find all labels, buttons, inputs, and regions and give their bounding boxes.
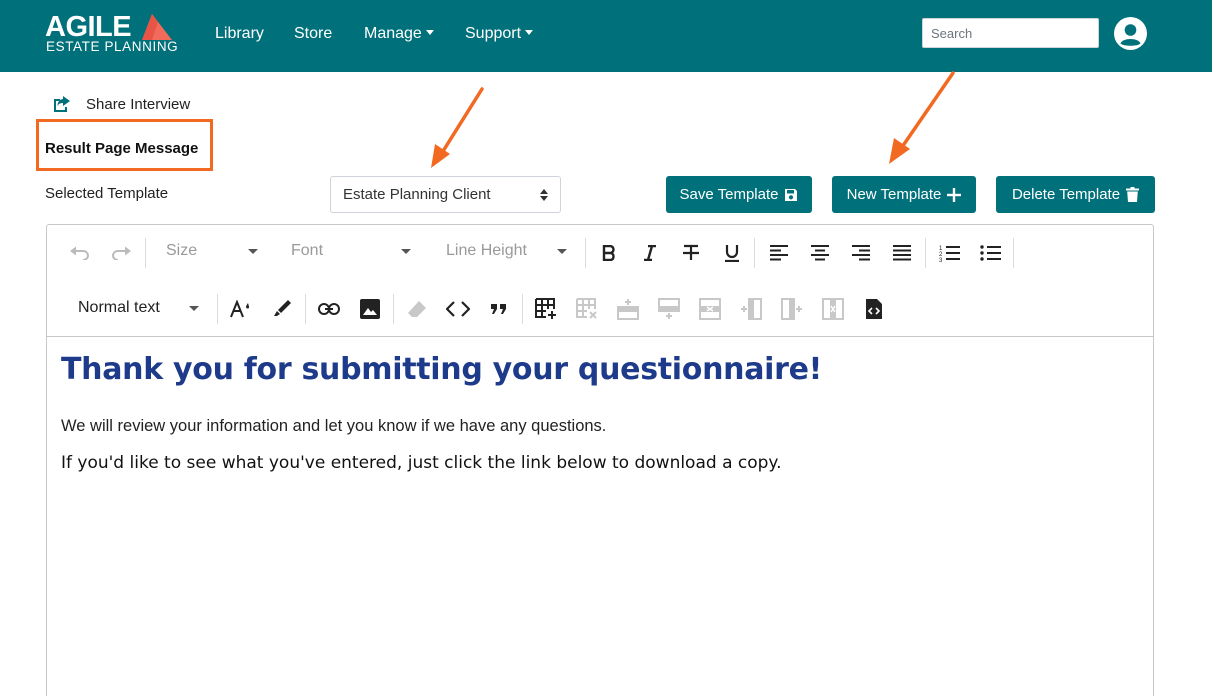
trash-icon [1126,187,1140,202]
row-insert-above-icon[interactable] [615,296,641,322]
column-insert-right-icon[interactable] [779,296,805,322]
align-left-icon[interactable] [766,240,792,266]
font-size-label: Size [166,242,198,259]
nav-manage-dropdown[interactable]: Manage [364,24,434,44]
toolbar-separator [585,238,586,268]
toolbar-separator [393,294,394,324]
table-delete-icon[interactable] [574,296,600,322]
paragraph-style-dropdown[interactable]: Normal text [78,299,199,317]
bullet-list-icon[interactable] [978,240,1004,266]
redo-icon[interactable] [108,241,134,265]
toolbar-separator [217,294,218,324]
svg-text:3: 3 [939,258,943,262]
content-paragraph: We will review your information and let … [61,417,607,435]
brand-triangle-icon [142,14,172,40]
floppy-disk-icon [785,188,798,201]
delete-template-button[interactable]: Delete Template [996,176,1155,213]
line-height-dropdown[interactable]: Line Height [446,242,567,260]
text-color-icon[interactable] [228,296,254,322]
brand-logo[interactable]: AGILE ESTATE PLANNING [45,12,180,56]
column-insert-left-icon[interactable] [738,296,764,322]
chevron-down-icon [525,30,534,35]
share-interview-label: Share Interview [86,95,191,113]
nav-support-label: Support [465,25,522,42]
annotation-arrow-icon [431,87,484,168]
align-center-icon[interactable] [807,240,833,266]
undo-icon[interactable] [67,241,93,265]
toolbar-separator [145,238,146,268]
toolbar-separator [1013,238,1014,268]
paragraph-style-label: Normal text [78,299,160,316]
italic-icon[interactable] [638,240,662,266]
font-size-dropdown[interactable]: Size [166,242,258,260]
content-paragraph: If you'd like to see what you've entered… [61,453,782,473]
editor-toolbar: Size Font Line Height 1 2 3 Normal text [47,225,1153,337]
brand-name: AGILE [45,11,132,43]
font-family-label: Font [291,242,324,259]
chevron-down-icon [401,248,411,254]
nav-support-dropdown[interactable]: Support [465,24,534,44]
top-navbar: AGILE ESTATE PLANNING Library Store Mana… [0,0,1212,72]
save-template-label: Save Template [679,186,779,203]
delete-template-label: Delete Template [1011,186,1121,203]
selected-template-label: Selected Template [45,185,169,202]
view-source-icon[interactable] [861,296,887,322]
chevron-down-icon [425,30,434,35]
share-icon [54,96,70,112]
template-select[interactable]: Estate Planning Client [330,176,561,213]
section-title: Result Page Message [45,140,199,157]
template-select-value: Estate Planning Client [343,186,491,203]
row-delete-icon[interactable] [697,296,723,322]
align-justify-icon[interactable] [889,240,915,266]
blockquote-icon[interactable] [486,296,512,322]
column-delete-icon[interactable] [820,296,846,322]
link-icon[interactable] [316,296,342,322]
image-icon[interactable] [357,296,383,322]
rich-text-editor[interactable]: Size Font Line Height 1 2 3 Normal text … [46,224,1154,696]
new-template-label: New Template [846,186,942,203]
select-arrows-icon [540,189,548,201]
search-input[interactable] [922,18,1099,48]
nav-library[interactable]: Library [215,24,264,44]
highlighter-icon[interactable] [269,296,295,322]
font-family-dropdown[interactable]: Font [291,242,411,260]
plus-icon [947,187,962,202]
chevron-down-icon [189,305,199,311]
nav-store[interactable]: Store [294,24,332,44]
annotation-arrow-icon [889,71,955,164]
ordered-list-icon[interactable]: 123 [937,240,963,266]
content-heading: Thank you for submitting your questionna… [61,352,823,387]
toolbar-separator [925,238,926,268]
bold-icon[interactable] [597,240,621,266]
underline-icon[interactable] [720,240,744,266]
eraser-icon[interactable] [404,296,430,322]
user-circle-icon[interactable] [1114,17,1147,50]
toolbar-separator [522,294,523,324]
toolbar-separator [305,294,306,324]
strikethrough-icon[interactable] [679,240,703,266]
toolbar-separator [754,238,755,268]
chevron-down-icon [557,248,567,254]
new-template-button[interactable]: New Template [832,176,976,213]
table-insert-icon[interactable] [533,296,559,322]
chevron-down-icon [248,248,258,254]
align-right-icon[interactable] [848,240,874,266]
save-template-button[interactable]: Save Template [666,176,812,213]
share-interview-link[interactable]: Share Interview [52,93,190,115]
code-icon[interactable] [445,296,471,322]
brand-tagline: ESTATE PLANNING [46,39,179,54]
nav-manage-label: Manage [364,25,422,42]
row-insert-below-icon[interactable] [656,296,682,322]
line-height-label: Line Height [446,242,527,259]
